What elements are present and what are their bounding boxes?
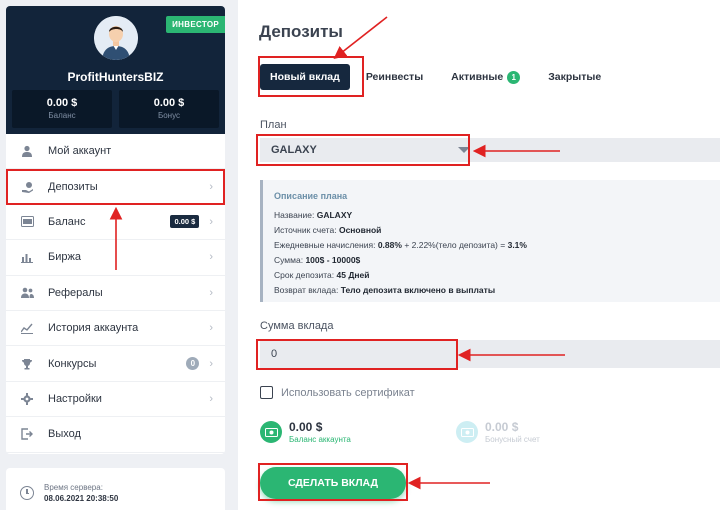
plan-term-row: Срок депозита: 45 Дней bbox=[274, 270, 370, 280]
server-time-value: 08.06.2021 20:38:50 bbox=[44, 494, 119, 503]
certificate-checkbox[interactable] bbox=[260, 386, 273, 399]
plan-select-value: GALAXY bbox=[271, 144, 317, 156]
logout-icon bbox=[20, 427, 34, 441]
plan-sum-row: Сумма: 100$ - 10000$ bbox=[274, 255, 361, 265]
plan-daily-row: Ежедневные начисления: 0.88% + 2.22%(тел… bbox=[274, 240, 527, 250]
users-icon bbox=[20, 286, 34, 300]
plan-description-title: Описание плана bbox=[274, 191, 348, 201]
plan-name-row: Название: GALAXY bbox=[274, 210, 353, 220]
bonus-label: Бонус bbox=[157, 111, 181, 120]
main-panel: Депозиты Новый вклад Реинвесты Активные … bbox=[238, 0, 720, 510]
sidebar-item-settings[interactable]: Настройки › bbox=[6, 382, 225, 418]
account-balance-label: Баланс аккаунта bbox=[289, 435, 351, 444]
chart-icon bbox=[20, 250, 34, 264]
sidebar-item-referrals[interactable]: Рефералы › bbox=[6, 276, 225, 311]
clock-icon bbox=[20, 486, 34, 500]
sidebar-item-contests[interactable]: Конкурсы 0 › bbox=[6, 346, 225, 382]
sidebar-item-history[interactable]: История аккаунта › bbox=[6, 311, 225, 347]
page-title: Депозиты bbox=[259, 22, 343, 41]
chevron-right-icon: › bbox=[209, 286, 213, 299]
sidebar-item-label: Конкурсы bbox=[48, 357, 97, 370]
bonus-value: 0.00 $ bbox=[153, 97, 185, 109]
deposit-icon bbox=[20, 180, 34, 194]
server-time-label: Время сервера: bbox=[44, 483, 103, 492]
tab-label: Активные bbox=[451, 71, 504, 83]
sidebar-item-label: Мой аккаунт bbox=[48, 145, 112, 158]
sidebar-item-label: Выход bbox=[48, 428, 81, 441]
bonus-account-widget: 0.00 $ Бонусный счет bbox=[456, 420, 540, 444]
tab-new-deposit[interactable]: Новый вклад bbox=[260, 64, 350, 90]
chevron-down-icon bbox=[458, 147, 470, 153]
sidebar-item-label: Баланс bbox=[48, 215, 86, 228]
sidebar-item-label: Рефералы bbox=[48, 286, 103, 299]
sidebar-item-label: Биржа bbox=[48, 251, 81, 264]
chevron-right-icon: › bbox=[209, 180, 213, 193]
username: ProfitHuntersBIZ bbox=[67, 70, 164, 84]
tab-reinvest[interactable]: Реинвесты bbox=[366, 71, 423, 83]
sidebar-item-deposits[interactable]: Депозиты › bbox=[6, 169, 225, 205]
chevron-right-icon: › bbox=[209, 357, 213, 370]
certificate-checkbox-row[interactable]: Использовать сертификат bbox=[260, 386, 415, 399]
balance-label: Баланс bbox=[48, 111, 76, 120]
make-deposit-button[interactable]: СДЕЛАТЬ ВКЛАД bbox=[260, 467, 406, 499]
plan-select[interactable]: GALAXY bbox=[260, 138, 720, 162]
sidebar-item-balance[interactable]: Баланс 0.00 $ › bbox=[6, 205, 225, 241]
amount-input[interactable] bbox=[260, 340, 720, 368]
cash-icon bbox=[260, 421, 282, 443]
plan-description: Описание плана Название: GALAXY Источник… bbox=[260, 180, 720, 302]
tab-active[interactable]: Активные 1 bbox=[451, 70, 521, 84]
sidebar-item-label: Настройки bbox=[48, 392, 102, 405]
profile-card: ИНВЕСТОР ProfitHuntersBIZ 0.00 $ Баланс … bbox=[6, 6, 225, 134]
chevron-right-icon: › bbox=[209, 392, 213, 405]
balance-box: 0.00 $ Баланс bbox=[12, 90, 112, 128]
balance-pill: 0.00 $ bbox=[170, 215, 200, 229]
bonus-account-label: Бонусный счет bbox=[485, 435, 540, 444]
chevron-right-icon: › bbox=[209, 322, 213, 335]
plan-return-row: Возврат вклада: Тело депозита включено в… bbox=[274, 285, 496, 295]
sidebar-item-label: Депозиты bbox=[48, 180, 98, 193]
balance-value: 0.00 $ bbox=[46, 97, 78, 109]
sidebar-item-exchange[interactable]: Биржа › bbox=[6, 240, 225, 276]
avatar[interactable] bbox=[94, 16, 138, 60]
account-balance-widget: 0.00 $ Баланс аккаунта bbox=[260, 420, 351, 444]
account-balance-value: 0.00 $ bbox=[289, 420, 323, 434]
status-badge: ИНВЕСТОР bbox=[166, 16, 225, 33]
amount-label: Сумма вклада bbox=[260, 320, 334, 332]
contests-count-badge: 0 bbox=[186, 357, 200, 371]
trophy-icon bbox=[20, 357, 34, 371]
chevron-right-icon: › bbox=[209, 215, 213, 228]
bonus-account-value: 0.00 $ bbox=[485, 420, 519, 434]
server-time-card: Время сервера: 08.06.2021 20:38:50 bbox=[6, 468, 225, 510]
tab-closed[interactable]: Закрытые bbox=[548, 71, 601, 83]
user-icon bbox=[20, 144, 34, 158]
sidebar-item-label: История аккаунта bbox=[48, 322, 139, 335]
history-icon bbox=[20, 321, 34, 335]
bonus-box: 0.00 $ Бонус bbox=[119, 90, 219, 128]
deposit-tabs: Новый вклад Реинвесты Активные 1 Закрыты… bbox=[260, 64, 629, 90]
plan-label: План bbox=[260, 119, 287, 131]
gear-icon bbox=[20, 392, 34, 406]
sidebar-menu: Мой аккаунт Депозиты › Баланс 0.00 $ › Б… bbox=[6, 134, 225, 453]
wallet-icon bbox=[20, 215, 34, 229]
active-count-badge: 1 bbox=[507, 70, 521, 84]
chevron-right-icon: › bbox=[209, 251, 213, 264]
sidebar-item-account[interactable]: Мой аккаунт bbox=[6, 134, 225, 170]
cash-icon bbox=[456, 421, 478, 443]
sidebar-item-logout[interactable]: Выход bbox=[6, 417, 225, 453]
plan-source-row: Источник счета: Основной bbox=[274, 225, 382, 235]
sidebar: ИНВЕСТОР ProfitHuntersBIZ 0.00 $ Баланс … bbox=[6, 6, 225, 454]
certificate-label: Использовать сертификат bbox=[281, 386, 415, 399]
